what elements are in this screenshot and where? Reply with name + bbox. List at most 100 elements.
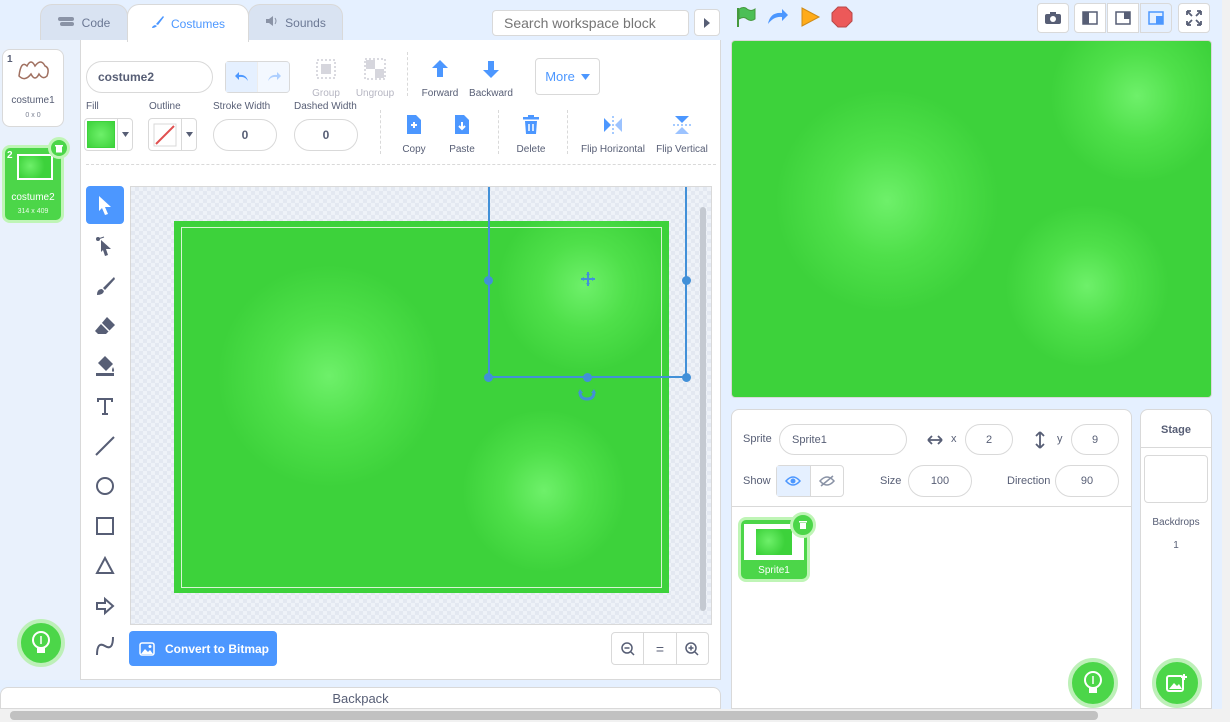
circle-tool[interactable] — [86, 467, 124, 505]
zoom-out-button[interactable] — [612, 633, 643, 664]
screenshot-button[interactable] — [1037, 3, 1069, 33]
tab-sounds[interactable]: Sounds — [248, 4, 343, 40]
group-icon — [316, 59, 336, 79]
stop-button[interactable] — [831, 6, 853, 33]
reshape-icon — [96, 236, 111, 256]
tab-code[interactable]: Code — [40, 4, 128, 40]
line-tool[interactable] — [86, 427, 124, 465]
play-button[interactable] — [799, 6, 821, 33]
lightbulb-icon — [32, 631, 50, 653]
zoom-reset-button[interactable]: = — [643, 633, 677, 664]
add-image-icon — [1166, 674, 1187, 692]
backpack-header[interactable]: Backpack — [0, 687, 721, 709]
arrow-tool[interactable] — [86, 587, 124, 625]
canvas-scrollbar[interactable] — [700, 207, 706, 611]
redo-icon — [267, 72, 281, 81]
sprite-name-input[interactable]: Sprite1 — [779, 424, 907, 455]
rotate-handle[interactable] — [577, 388, 597, 407]
x-input[interactable]: 2 — [965, 424, 1013, 455]
reshape-tool[interactable] — [86, 227, 124, 265]
delete-label: Delete — [516, 144, 546, 155]
dashed-width-input[interactable]: 0 — [294, 119, 358, 151]
costume-name-input[interactable]: costume2 — [86, 61, 213, 93]
green-flag-icon — [737, 7, 756, 27]
backpack-label: Backpack — [332, 690, 389, 706]
sprite-label: Sprite — [743, 433, 772, 445]
eraser-tool[interactable] — [86, 307, 124, 345]
dashed-width-label: Dashed Width — [294, 101, 357, 112]
forward-button[interactable]: Forward — [420, 58, 460, 99]
backward-arrow-icon — [483, 61, 499, 78]
ungroup-icon — [364, 58, 386, 80]
flip-horizontal-button[interactable]: Flip Horizontal — [580, 114, 646, 155]
stroke-width-input[interactable]: 0 — [213, 119, 277, 151]
paste-label: Paste — [449, 144, 475, 155]
costume-index: 2 — [7, 150, 13, 161]
fill-tool[interactable] — [86, 347, 124, 385]
brush-tool[interactable] — [86, 267, 124, 305]
circle-icon — [96, 477, 114, 495]
delete-costume-button[interactable] — [48, 137, 70, 159]
normal-stage-button[interactable] — [1107, 3, 1139, 33]
ungroup-button[interactable]: Ungroup — [353, 58, 397, 99]
search-input[interactable] — [492, 10, 689, 36]
tab-costumes[interactable]: Costumes — [127, 4, 249, 42]
light-spot — [772, 91, 1002, 311]
delete-sprite-button[interactable] — [790, 512, 816, 538]
size-input[interactable]: 100 — [908, 465, 972, 497]
choose-sprite-button[interactable] — [1068, 658, 1118, 708]
paste-button[interactable]: Paste — [446, 114, 478, 155]
curve-tool[interactable] — [86, 627, 124, 665]
copy-button[interactable]: Copy — [398, 114, 430, 155]
resize-handle[interactable] — [682, 373, 691, 382]
text-tool[interactable] — [86, 387, 124, 425]
flip-vertical-icon — [673, 116, 691, 134]
hide-button[interactable] — [809, 466, 844, 496]
large-stage-button[interactable] — [1140, 3, 1172, 33]
rectangle-tool[interactable] — [86, 507, 124, 545]
more-button[interactable]: More — [535, 58, 600, 95]
direction-label: Direction — [1007, 475, 1051, 487]
y-input[interactable]: 9 — [1071, 424, 1119, 455]
paint-bucket-icon — [96, 356, 114, 376]
flip-vertical-button[interactable]: Flip Vertical — [655, 114, 709, 155]
zoom-in-button[interactable] — [677, 633, 708, 664]
group-button[interactable]: Group — [310, 58, 342, 99]
fill-color-picker[interactable] — [84, 118, 133, 151]
stage-canvas[interactable] — [731, 40, 1212, 398]
chevron-down-icon — [121, 132, 129, 137]
scrollbar-thumb[interactable] — [10, 711, 1098, 720]
drawing-canvas[interactable] — [130, 186, 712, 625]
choose-costume-button[interactable] — [17, 619, 65, 667]
divider — [380, 110, 381, 154]
redo-button[interactable] — [257, 62, 289, 92]
costume-tile-1[interactable]: 1 costume1 0 x 0 — [2, 49, 64, 127]
flip-horizontal-label: Flip Horizontal — [581, 144, 645, 155]
convert-to-bitmap-button[interactable]: Convert to Bitmap — [129, 631, 277, 666]
flip-horizontal-icon — [604, 116, 622, 134]
search-go-button[interactable] — [694, 9, 720, 36]
show-button[interactable] — [777, 466, 810, 496]
resize-handle[interactable] — [682, 276, 691, 285]
move-handle[interactable] — [581, 272, 595, 291]
choose-backdrop-button[interactable] — [1152, 658, 1202, 708]
direction-input[interactable]: 90 — [1055, 465, 1119, 497]
outline-color-picker[interactable] — [148, 118, 197, 151]
fullscreen-button[interactable] — [1178, 3, 1210, 33]
delete-button[interactable]: Delete — [514, 114, 548, 155]
green-flag-button[interactable] — [735, 6, 757, 33]
small-stage-button[interactable] — [1074, 3, 1106, 33]
turbo-button[interactable] — [766, 6, 790, 33]
backward-button[interactable]: Backward — [467, 58, 515, 99]
undo-button[interactable] — [226, 62, 258, 92]
triangle-tool[interactable] — [86, 547, 124, 585]
resize-handle[interactable] — [583, 373, 592, 382]
vertical-scrollbar[interactable] — [1222, 0, 1230, 709]
eye-slash-icon — [818, 475, 835, 487]
chevron-down-icon — [580, 73, 590, 80]
resize-handle[interactable] — [484, 373, 493, 382]
horizontal-scrollbar[interactable] — [0, 709, 1230, 722]
curve-icon — [96, 636, 114, 656]
resize-handle[interactable] — [484, 276, 493, 285]
select-tool[interactable] — [86, 186, 124, 224]
